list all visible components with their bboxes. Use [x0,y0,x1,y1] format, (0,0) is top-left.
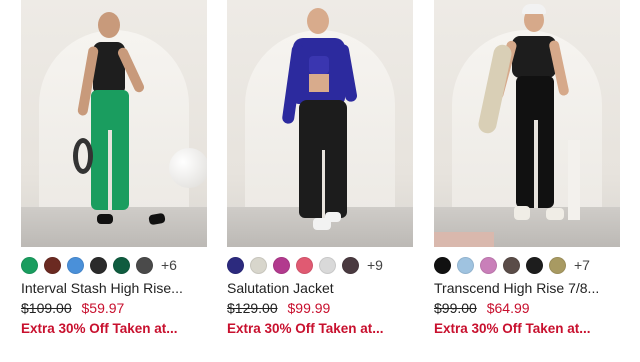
product-card[interactable]: +6 Interval Stash High Rise... $109.00 $… [21,0,207,337]
model-leggings-gap [534,120,538,208]
model-shoe-left [97,214,113,224]
more-colors-count[interactable]: +7 [574,257,590,273]
product-image[interactable] [21,0,207,247]
model-leggings-gap [108,130,112,210]
pillar [568,140,580,220]
color-swatch[interactable] [480,256,497,274]
color-swatch[interactable] [503,256,520,274]
color-swatch[interactable] [273,256,290,274]
color-swatch[interactable] [457,256,474,274]
color-swatches: +7 [434,256,620,274]
promo-text: Extra 30% Off Taken at... [227,321,384,336]
model-head [307,8,329,34]
model-midriff [309,74,329,92]
model-joggers-gap [322,150,325,218]
promo-text: Extra 30% Off Taken at... [21,321,178,336]
model-shoe-right [546,208,564,220]
color-swatch[interactable] [549,256,566,274]
product-image[interactable] [434,0,620,247]
model-sports-bra [309,56,329,74]
more-colors-count[interactable]: +6 [161,257,177,273]
color-swatch[interactable] [434,256,451,274]
price-row: $99.00 $64.99 [434,300,620,317]
color-swatch[interactable] [90,256,107,274]
model-shoe-left [514,206,530,220]
product-name[interactable]: Transcend High Rise 7/8... [434,280,620,297]
color-swatch[interactable] [21,256,38,274]
sale-price: $64.99 [486,300,530,316]
exercise-ball [169,148,207,188]
model-cap [522,4,546,14]
color-swatch[interactable] [342,256,359,274]
floor-mat [434,232,494,247]
color-swatch[interactable] [67,256,84,274]
product-image[interactable] [227,0,413,247]
color-swatches: +9 [227,256,413,274]
product-grid: +6 Interval Stash High Rise... $109.00 $… [0,0,640,362]
color-swatch[interactable] [250,256,267,274]
color-swatch[interactable] [113,256,130,274]
color-swatch[interactable] [227,256,244,274]
more-colors-count[interactable]: +9 [367,257,383,273]
model-shoe-right [325,212,341,222]
color-swatch[interactable] [526,256,543,274]
original-price: $109.00 [21,300,72,316]
original-price: $99.00 [434,300,477,316]
color-swatches: +6 [21,256,207,274]
product-card[interactable]: +9 Salutation Jacket $129.00 $99.99 Extr… [227,0,413,337]
product-name[interactable]: Salutation Jacket [227,280,413,297]
product-card[interactable]: +7 Transcend High Rise 7/8... $99.00 $64… [434,0,620,337]
color-swatch[interactable] [44,256,61,274]
color-swatch[interactable] [296,256,313,274]
model-head [98,12,120,38]
original-price: $129.00 [227,300,278,316]
color-swatch[interactable] [136,256,153,274]
floor [21,207,207,247]
price-row: $109.00 $59.97 [21,300,207,317]
sale-price: $99.99 [287,300,331,316]
price-row: $129.00 $99.99 [227,300,413,317]
product-name[interactable]: Interval Stash High Rise... [21,280,207,297]
sale-price: $59.97 [81,300,125,316]
ring-prop [73,138,93,174]
color-swatch[interactable] [319,256,336,274]
promo-text: Extra 30% Off Taken at... [434,321,591,336]
